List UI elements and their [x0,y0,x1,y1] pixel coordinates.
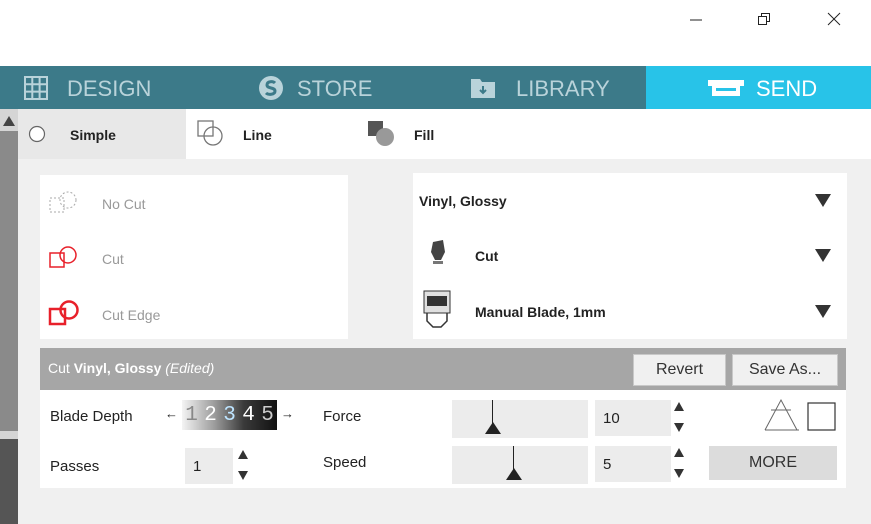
grid-icon [24,76,48,100]
scrollbar-thumb[interactable] [0,131,18,431]
blade-depth-left-arrow-icon[interactable]: ← [165,406,178,421]
material-selected: Vinyl, Glossy [419,193,507,209]
cut-edge-icon [48,300,79,326]
action-dropdown[interactable]: Cut [413,233,845,277]
blade-depth-digit: 4 [242,403,255,427]
cut-option-no-cut-label: No Cut [102,196,146,212]
cut-option-cut-label: Cut [102,251,124,267]
fill-shapes-icon [368,121,394,146]
cut-mode-bar: Simple Line Fill [18,109,871,159]
blade-depth-label: Blade Depth [50,408,133,425]
mode-simple[interactable]: Simple [18,109,186,159]
cutter-icon [708,80,744,96]
no-cut-icon [49,191,77,213]
mode-simple-label: Simple [70,127,116,143]
minimize-button[interactable] [676,4,716,34]
tab-store[interactable]: STORE [215,66,430,109]
line-shapes-icon [197,120,223,146]
mode-fill-label: Fill [414,127,435,143]
cut-settings-header: Cut Vinyl, Glossy (Edited) Revert Save A… [40,348,846,390]
spin-down-icon[interactable] [674,423,684,432]
passes-input[interactable]: 1 [185,448,233,484]
blade-depth-selector[interactable]: ← 1 2 3 4 5 → [165,398,295,432]
force-slider[interactable] [452,400,588,438]
speed-label: Speed [323,454,367,471]
force-input[interactable]: 10 [595,400,671,436]
mode-fill[interactable]: Fill [366,109,546,159]
mode-line-label: Line [243,127,272,143]
spin-down-icon[interactable] [674,469,684,478]
scroll-up-icon [3,116,15,126]
library-folder-icon [471,79,495,98]
tab-library-label: LIBRARY [516,76,610,101]
force-slider-handle[interactable] [492,400,493,424]
tab-design[interactable]: DESIGN [0,66,215,109]
cut-pen-icon [431,240,445,264]
passes-spinner[interactable] [237,450,249,480]
force-slider-pointer-icon [485,422,501,434]
speed-slider-handle[interactable] [513,446,514,470]
passes-label: Passes [50,458,100,475]
cut-settings-title: Cut Vinyl, Glossy (Edited) [48,360,214,376]
spin-up-icon[interactable] [674,448,684,457]
cut-settings-body: Blade Depth ← 1 2 3 4 5 → Force 10 Passe… [40,390,846,488]
revert-button[interactable]: Revert [633,354,726,386]
tab-store-label: STORE [297,76,373,101]
blade-depth-right-arrow-icon[interactable]: → [281,406,294,421]
force-label: Force [323,408,362,425]
manual-blade-icon [423,290,451,328]
restore-button[interactable] [744,4,784,34]
cut-settings-title-material: Vinyl, Glossy [73,360,162,376]
force-spinner[interactable] [673,402,685,432]
save-as-button[interactable]: Save As... [732,354,838,386]
tab-library[interactable]: LIBRARY [430,66,646,109]
speed-slider[interactable] [452,446,588,484]
left-scroll-strip[interactable] [0,109,18,524]
main-tab-bar: DESIGN STORE LIBRARY SEND [0,66,871,109]
scrollbar-track-lower [0,439,18,524]
action-selected: Cut [475,248,499,264]
speed-slider-pointer-icon [506,468,522,480]
blade-depth-digit: 1 [185,403,198,427]
more-button[interactable]: MORE [709,446,837,480]
spin-up-icon[interactable] [238,450,248,459]
blade-depth-dial: 1 2 3 4 5 [182,400,277,430]
tool-dropdown[interactable]: Manual Blade, 1mm [413,289,845,333]
cut-settings-title-prefix: Cut [48,360,70,376]
tab-send-label: SEND [756,76,818,101]
mode-line[interactable]: Line [186,109,366,159]
spin-up-icon[interactable] [674,402,684,411]
tab-send[interactable]: SEND [646,66,871,109]
close-button[interactable] [814,4,854,34]
tab-design-label: DESIGN [67,76,152,101]
cut-option-cut-edge-label: Cut Edge [102,307,161,323]
blade-depth-digit: 2 [204,403,217,427]
speed-input[interactable]: 5 [595,446,671,482]
cut-settings-title-status: (Edited) [165,360,215,376]
material-panel: Vinyl, Glossy Cut Manual Blade, 1mm [413,173,847,339]
store-s-icon [259,76,283,100]
tool-dropdown-arrow-icon [815,305,831,318]
action-dropdown-arrow-icon [815,249,831,262]
speed-spinner[interactable] [673,448,685,478]
title-bar [0,0,871,66]
restore-icon [758,13,770,25]
material-dropdown[interactable]: Vinyl, Glossy [413,178,845,222]
material-dropdown-arrow-icon [815,194,831,207]
blade-depth-digit: 3 [223,403,236,427]
close-icon [827,12,841,26]
minimize-icon [690,19,702,21]
cut-options-panel: No Cut Cut Cut Edge [40,175,348,339]
cut-icon [49,246,77,268]
blade-depth-digit: 5 [261,403,274,427]
tool-selected: Manual Blade, 1mm [475,304,606,320]
spin-down-icon[interactable] [238,471,248,480]
radio-icon [28,125,46,143]
mat-layout-icon[interactable] [761,396,841,434]
